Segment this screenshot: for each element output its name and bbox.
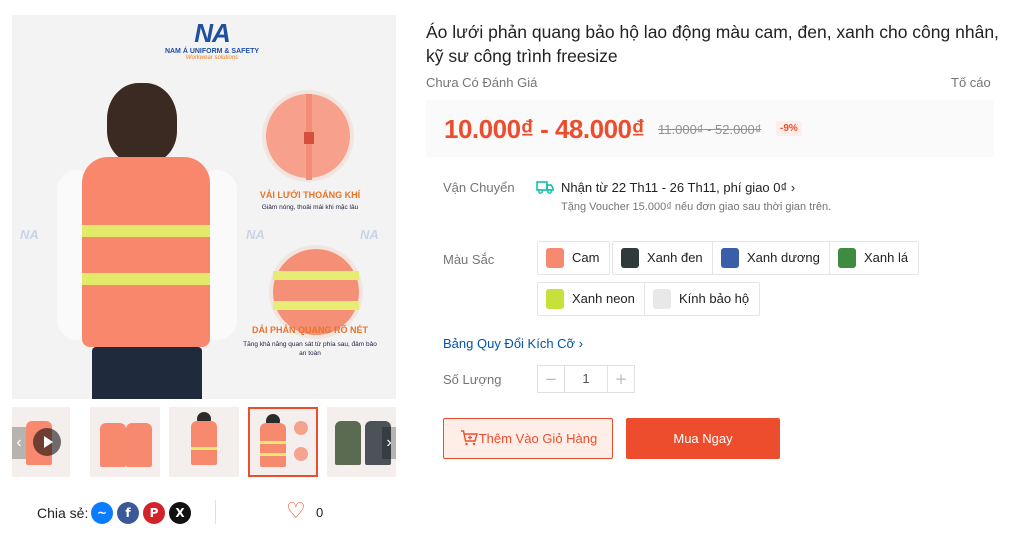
color-option-xanh-neon[interactable]: Xanh neon bbox=[537, 282, 646, 316]
orange-vest bbox=[82, 157, 210, 347]
thumbnail-4-selected[interactable] bbox=[248, 407, 318, 477]
shipping-label: Vận Chuyển bbox=[443, 180, 515, 195]
closeup-band-upper bbox=[273, 271, 359, 280]
feature-2-title: DẢI PHẢN QUANG RÕ NÉT bbox=[251, 325, 368, 335]
shipping-estimate[interactable]: Nhận từ 22 Th11 - 26 Th11, phí giao 0₫ › bbox=[561, 180, 795, 195]
model-wearing-vest bbox=[52, 75, 242, 399]
original-price: 11.000₫ - 52.000₫ bbox=[658, 122, 762, 137]
x-icon[interactable]: X bbox=[169, 502, 191, 524]
chevron-right-icon: › bbox=[578, 336, 584, 351]
feature-1-title: VẢI LƯỚI THOÁNG KHÍ bbox=[259, 190, 361, 200]
swatch-xanh-neon bbox=[546, 289, 564, 309]
shipping-voucher: Tặng Voucher 15.000₫ nếu đơn giao sau th… bbox=[561, 201, 832, 213]
thumbnail-vest bbox=[126, 423, 152, 467]
vest-tag bbox=[304, 132, 314, 144]
messenger-icon[interactable]: ~ bbox=[91, 502, 113, 524]
price-section: 10.000₫ - 48.000₫ 11.000₫ - 52.000₫ -9% bbox=[426, 100, 994, 157]
shipping-estimate-text: Nhận từ 22 Th11 - 26 Th11, phí giao 0₫ bbox=[561, 180, 788, 195]
brand-logo: NA NAM Á UNIFORM & SAFETY Workwear solut… bbox=[162, 20, 262, 61]
thumbnail-strip bbox=[191, 447, 217, 450]
carousel-prev-button[interactable]: ‹ bbox=[12, 427, 26, 459]
rating-status[interactable]: Chưa Có Đánh Giá bbox=[426, 75, 537, 90]
thumbnail-vest bbox=[335, 421, 361, 465]
color-option-label: Kính bảo hộ bbox=[679, 291, 750, 306]
watermark-right: NA bbox=[360, 227, 379, 242]
model-pants bbox=[92, 347, 202, 399]
share-divider bbox=[215, 500, 216, 524]
heart-icon[interactable]: ♡ bbox=[286, 500, 306, 524]
truck-icon bbox=[536, 181, 554, 194]
add-to-cart-label: Thêm Vào Giỏ Hàng bbox=[478, 431, 598, 446]
color-label: Màu Sắc bbox=[443, 252, 495, 267]
discount-badge: -9% bbox=[776, 121, 802, 136]
color-option-label: Xanh dương bbox=[747, 250, 820, 265]
swatch-xanh-la bbox=[838, 248, 856, 268]
brand-logo-mark: NA bbox=[194, 18, 231, 48]
reflective-strip-upper bbox=[82, 225, 210, 237]
add-to-cart-button[interactable]: Thêm Vào Giỏ Hàng bbox=[443, 418, 613, 459]
feature-1-text: Giảm nóng, thoải mái khi mặc lâu bbox=[261, 204, 359, 211]
color-option-label: Xanh neon bbox=[572, 291, 635, 306]
thumbnail-closeup bbox=[294, 447, 308, 461]
brand-logo-line: NAM Á UNIFORM & SAFETY bbox=[164, 48, 260, 55]
swatch-xanh-duong bbox=[721, 248, 739, 268]
main-product-image[interactable]: NA NAM Á UNIFORM & SAFETY Workwear solut… bbox=[12, 15, 396, 399]
play-video-icon[interactable] bbox=[33, 428, 61, 456]
thumbnail-vest bbox=[260, 423, 286, 467]
quantity-label: Số Lượng bbox=[443, 372, 502, 387]
thumbnail-strip bbox=[260, 441, 286, 444]
color-option-label: Cam bbox=[572, 250, 600, 265]
quantity-decrease-button[interactable]: − bbox=[537, 365, 565, 393]
model-head bbox=[107, 83, 177, 163]
mesh-closeup-circle bbox=[262, 90, 354, 182]
color-option-xanh-la[interactable]: Xanh lá bbox=[829, 241, 920, 275]
quantity-increase-button[interactable]: + bbox=[607, 365, 635, 393]
color-option-label: Xanh đen bbox=[647, 250, 703, 265]
watermark-center: NA bbox=[246, 227, 265, 242]
share-label: Chia sẻ: bbox=[37, 505, 89, 521]
pinterest-icon[interactable]: P bbox=[143, 502, 165, 524]
quantity-input[interactable]: 1 bbox=[565, 365, 607, 393]
quantity-stepper: − 1 + bbox=[537, 365, 635, 393]
thumbnail-vest bbox=[191, 421, 217, 465]
size-chart-text: Bảng Quy Đổi Kích Cỡ bbox=[443, 336, 576, 351]
thumbnail-vest bbox=[100, 423, 126, 467]
color-option-kinh-bao-ho[interactable]: Kính bảo hộ bbox=[644, 282, 761, 316]
thumbnail-3[interactable] bbox=[169, 407, 239, 477]
swatch-cam bbox=[546, 248, 564, 268]
report-link[interactable]: Tố cáo bbox=[951, 75, 991, 90]
color-option-xanh-den[interactable]: Xanh đen bbox=[612, 241, 714, 275]
reflective-strip-lower bbox=[82, 273, 210, 285]
thumbnail-closeup bbox=[294, 421, 308, 435]
watermark-left: NA bbox=[20, 227, 39, 242]
carousel-next-button[interactable]: › bbox=[382, 427, 396, 459]
thumbnail-strip bbox=[260, 453, 286, 456]
brand-logo-tagline: Workwear solutions bbox=[185, 55, 239, 61]
add-cart-icon bbox=[461, 430, 478, 446]
closeup-band-lower bbox=[273, 301, 359, 310]
size-chart-link[interactable]: Bảng Quy Đổi Kích Cỡ › bbox=[443, 336, 583, 351]
swatch-xanh-den bbox=[621, 248, 639, 268]
product-title: Áo lưới phản quang bảo hộ lao động màu c… bbox=[426, 22, 999, 66]
color-option-label: Xanh lá bbox=[864, 250, 909, 265]
feature-2-text: Tăng khả năng quan sát từ phía sau, đảm … bbox=[243, 341, 377, 357]
facebook-icon[interactable]: f bbox=[117, 502, 139, 524]
price-range: 10.000₫ - 48.000₫ bbox=[444, 114, 645, 144]
color-option-xanh-duong[interactable]: Xanh dương bbox=[712, 241, 831, 275]
like-count: 0 bbox=[316, 505, 324, 520]
color-option-cam[interactable]: Cam bbox=[537, 241, 611, 275]
buy-now-button[interactable]: Mua Ngay bbox=[626, 418, 780, 459]
thumbnail-2[interactable] bbox=[90, 407, 160, 477]
chevron-right-icon: › bbox=[790, 180, 796, 195]
swatch-kinh-bao-ho bbox=[653, 289, 671, 309]
